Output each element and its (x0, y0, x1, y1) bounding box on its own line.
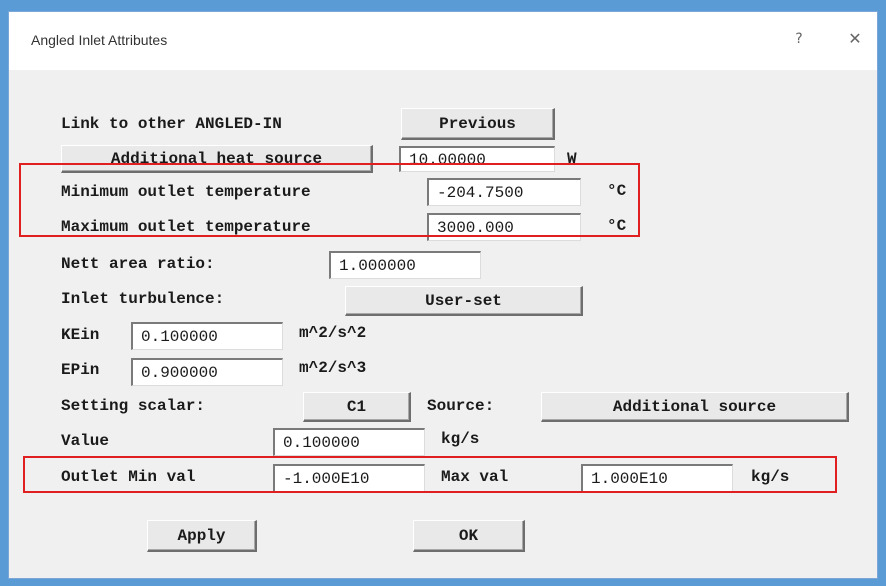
window-title: Angled Inlet Attributes (31, 32, 168, 48)
min-temp-label: Minimum outlet temperature (61, 183, 311, 201)
link-label: Link to other ANGLED-IN (61, 115, 282, 133)
scalar-label: Setting scalar: (61, 397, 206, 415)
min-temp-field[interactable]: -204.7500 (427, 178, 581, 206)
area-label: Nett area ratio: (61, 255, 215, 273)
turbulence-user-set-button[interactable]: User-set (345, 286, 583, 316)
kein-unit: m^2/s^2 (299, 324, 367, 342)
outlet-min-label: Outlet Min val (61, 468, 196, 486)
max-temp-unit: °C (607, 217, 627, 235)
outlet-max-field[interactable]: 1.000E10 (581, 464, 733, 492)
dialog-window: Angled Inlet Attributes ? ✕ Link to othe… (8, 11, 878, 579)
min-temp-unit: °C (607, 182, 627, 200)
desktop-frame: Angled Inlet Attributes ? ✕ Link to othe… (0, 0, 886, 586)
outlet-unit: kg/s (751, 468, 790, 486)
epin-field[interactable]: 0.900000 (131, 358, 283, 386)
max-temp-field[interactable]: 3000.000 (427, 213, 581, 241)
turbulence-label: Inlet turbulence: (61, 290, 225, 308)
apply-button[interactable]: Apply (147, 520, 257, 552)
value-unit: kg/s (441, 430, 480, 448)
source-label: Source: (427, 397, 495, 415)
epin-unit: m^2/s^3 (299, 359, 367, 377)
outlet-max-label: Max val (441, 468, 509, 486)
area-ratio-field[interactable]: 1.000000 (329, 251, 481, 279)
heat-unit: W (567, 150, 577, 168)
previous-button[interactable]: Previous (401, 108, 555, 140)
scalar-c1-button[interactable]: C1 (303, 392, 411, 422)
help-icon[interactable]: ? (785, 27, 813, 51)
kein-field[interactable]: 0.100000 (131, 322, 283, 350)
value-label: Value (61, 432, 110, 450)
additional-heat-source-button[interactable]: Additional heat source (61, 145, 373, 173)
value-field[interactable]: 0.100000 (273, 428, 425, 456)
close-icon[interactable]: ✕ (841, 27, 869, 51)
additional-source-button[interactable]: Additional source (541, 392, 849, 422)
ok-button[interactable]: OK (413, 520, 525, 552)
heat-value-field[interactable]: 10.00000 (399, 146, 555, 172)
epin-label: EPin (61, 361, 100, 379)
max-temp-label: Maximum outlet temperature (61, 218, 311, 236)
title-bar: Angled Inlet Attributes ? ✕ (9, 12, 877, 70)
kein-label: KEin (61, 326, 100, 344)
outlet-min-field[interactable]: -1.000E10 (273, 464, 425, 492)
